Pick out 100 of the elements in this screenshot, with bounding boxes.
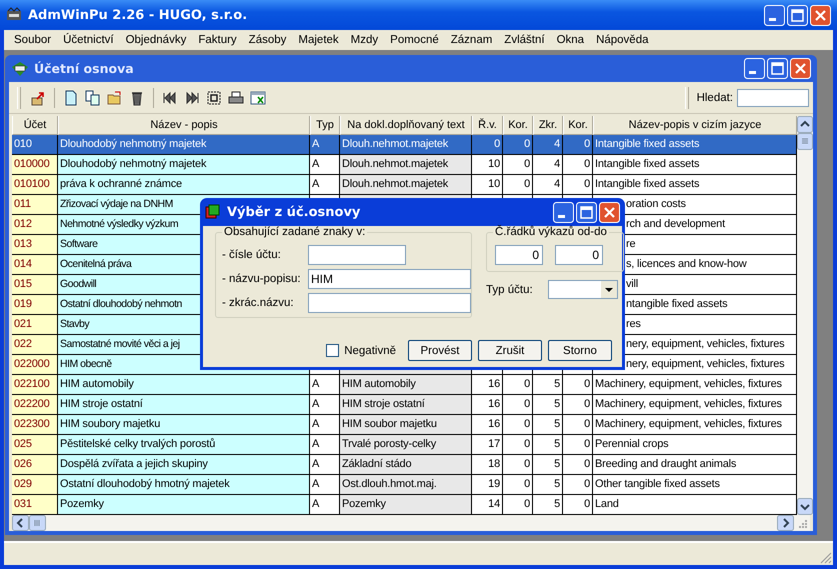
table-cell: Intangible fixed assets	[593, 175, 797, 195]
menu-item[interactable]: Soubor	[8, 34, 58, 46]
table-cell: Dlouh.nehmot.majetek	[340, 135, 472, 155]
table-cell: 5	[533, 435, 563, 455]
table-cell: 029	[12, 475, 58, 495]
input-field[interactable]: HIM	[308, 269, 471, 289]
input-field[interactable]: 0	[495, 245, 543, 265]
maximize-button[interactable]	[767, 58, 788, 79]
table-cell: Pozemky	[58, 495, 310, 515]
table-cell: HIM automobily	[340, 375, 472, 395]
spreadsheet-icon[interactable]	[250, 90, 266, 106]
close-button[interactable]	[790, 58, 811, 79]
table-cell: 0	[503, 375, 533, 395]
scroll-down-button[interactable]	[797, 498, 813, 515]
menu-item[interactable]: Zvláštní	[498, 34, 551, 46]
exit-icon[interactable]	[30, 90, 46, 106]
group-label: Obsahující zadané znaky v:	[222, 226, 368, 238]
table-cell: 19	[472, 475, 503, 495]
menu-item[interactable]: Okna	[550, 34, 590, 46]
menu-item[interactable]: Zásoby	[242, 34, 292, 46]
table-cell: 011	[12, 195, 58, 215]
window-title: AdmWinPu 2.26 - HUGO, s.r.o.	[28, 8, 248, 22]
dialog-button[interactable]: Zrušit	[478, 340, 542, 361]
table-cell: 0	[563, 455, 593, 475]
field-label: - zkrác.názvu:	[222, 297, 295, 309]
menu-item[interactable]: Objednávky	[120, 34, 192, 46]
table-cell: 0	[563, 475, 593, 495]
field-label: - názvu-popisu:	[222, 273, 302, 285]
table-cell: A	[310, 375, 340, 395]
table-cell: Dlouh.nehmot.majetek	[340, 155, 472, 175]
table-cell: A	[310, 415, 340, 435]
table-cell: 5	[533, 495, 563, 515]
table-cell: 0	[503, 415, 533, 435]
table-cell: 0	[563, 375, 593, 395]
table-cell: 022	[12, 335, 58, 355]
table-cell: A	[310, 455, 340, 475]
menu-item[interactable]: Nápověda	[590, 34, 654, 46]
checkbox-label: Negativně	[344, 344, 396, 356]
fit-frame-icon[interactable]	[206, 90, 222, 106]
table-cell: 4	[533, 135, 563, 155]
new-document-icon[interactable]	[63, 90, 79, 106]
table-cell: 5	[533, 375, 563, 395]
dropdown[interactable]	[548, 280, 618, 299]
first-record-icon[interactable]	[162, 90, 178, 106]
scroll-thumb[interactable]	[797, 133, 813, 150]
dialog-button[interactable]: Storno	[548, 340, 612, 361]
input-field[interactable]	[308, 245, 406, 265]
table-cell: Intangible fixed assets	[593, 155, 797, 175]
menu-item[interactable]: Mzdy	[344, 34, 384, 46]
table-cell: Pěstitelské celky trvalých porostů	[58, 435, 310, 455]
table-cell: Dospělá zvířata a jejich skupiny	[58, 455, 310, 475]
table-cell: 022100	[12, 375, 58, 395]
menu-item[interactable]: Faktury	[192, 34, 243, 46]
resize-grip-icon	[820, 552, 832, 564]
table-cell: 026	[12, 455, 58, 475]
table-cell: HIM soubory majetku	[58, 415, 310, 435]
group-label: Č.řádků výkazů od-do	[493, 226, 609, 238]
table-cell: Základní stádo	[340, 455, 472, 475]
printer-icon[interactable]	[228, 90, 244, 106]
search-field[interactable]	[737, 88, 809, 106]
dialog-button[interactable]: Provést	[408, 340, 472, 361]
table-cell: Land	[593, 495, 797, 515]
search-label: Hledat:	[696, 92, 733, 104]
last-record-icon[interactable]	[184, 90, 200, 106]
table-cell: 010100	[12, 175, 58, 195]
menu-item[interactable]: Majetek	[292, 34, 345, 46]
table-cell: 16	[472, 375, 503, 395]
input-field[interactable]	[308, 293, 471, 313]
table-cell: 5	[533, 415, 563, 435]
table-cell: 019	[12, 295, 58, 315]
input-field[interactable]: 0	[555, 245, 603, 265]
table-cell: A	[310, 475, 340, 495]
table-cell: 0	[503, 155, 533, 175]
minimize-button[interactable]	[553, 202, 574, 222]
scroll-up-button[interactable]	[797, 116, 813, 133]
scroll-right-button[interactable]	[777, 515, 794, 531]
minimize-button[interactable]	[744, 58, 765, 79]
table-cell: 0	[503, 455, 533, 475]
maximize-button[interactable]	[576, 202, 597, 222]
table-cell: 0	[503, 395, 533, 415]
copy-icon[interactable]	[85, 90, 101, 106]
minimize-button[interactable]	[764, 4, 785, 26]
table-cell: 5	[533, 475, 563, 495]
menu-item[interactable]: Záznam	[444, 34, 498, 46]
scroll-thumb[interactable]	[29, 515, 46, 531]
checkbox[interactable]	[326, 344, 340, 357]
table-cell: A	[310, 495, 340, 515]
maximize-button[interactable]	[787, 4, 808, 26]
close-button[interactable]	[599, 202, 620, 222]
trash-icon[interactable]	[129, 90, 145, 106]
close-button[interactable]	[810, 4, 831, 26]
menu-item[interactable]: Účetnictví	[57, 34, 120, 46]
scroll-left-button[interactable]	[12, 515, 29, 531]
table-cell: 10	[472, 155, 503, 175]
open-folder-icon[interactable]	[107, 90, 123, 106]
menu-item[interactable]: Pomocné	[384, 34, 445, 46]
table-cell: 0	[563, 415, 593, 435]
table-cell: Dlouhodobý nehmotný majetek	[58, 155, 310, 175]
table-cell: Intangible fixed assets	[593, 135, 797, 155]
table-cell: A	[310, 135, 340, 155]
